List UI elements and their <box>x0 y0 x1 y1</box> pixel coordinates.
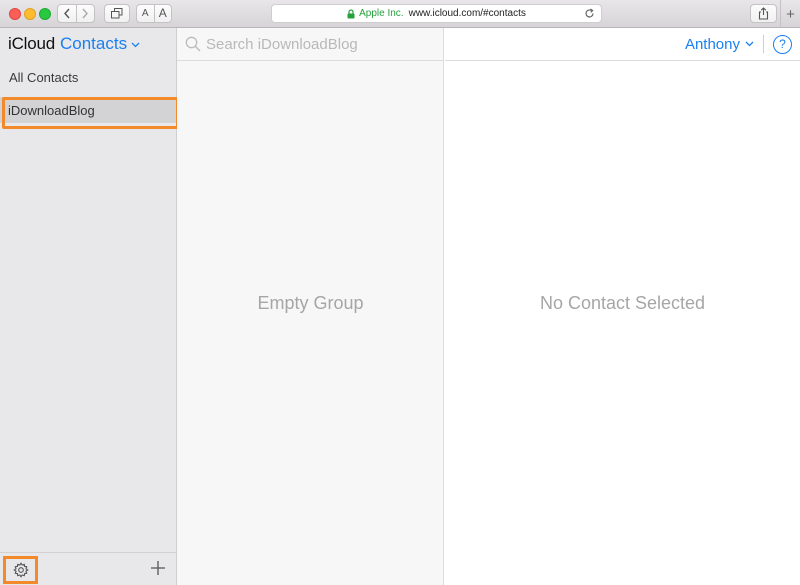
window-zoom-button[interactable] <box>39 8 51 20</box>
icloud-brand: iCloud <box>8 34 55 53</box>
gear-icon <box>12 562 29 578</box>
help-icon: ? <box>779 37 786 51</box>
account-menu[interactable]: Anthony <box>685 36 754 53</box>
sidebar-item-idownloadblog[interactable]: iDownloadBlog <box>0 97 179 129</box>
forward-button[interactable] <box>75 5 95 22</box>
account-name: Anthony <box>684 35 740 53</box>
add-button[interactable] <box>148 558 168 578</box>
browser-toolbar: A A Apple Inc. www.icloud.com/#contacts … <box>0 0 800 28</box>
tabs-icon <box>111 8 123 19</box>
lock-icon <box>347 8 355 18</box>
show-tabs-button[interactable] <box>104 4 130 23</box>
sidebar-item-label: iDownloadBlog <box>8 102 95 118</box>
contact-list-pane: Empty Group <box>177 28 444 585</box>
contact-detail-pane: Anthony ? No Contact Selected <box>445 28 800 585</box>
address-organization: Apple Inc. <box>359 8 404 19</box>
settings-button[interactable] <box>3 556 38 584</box>
address-url: www.icloud.com/#contacts <box>408 8 526 19</box>
reload-icon <box>585 8 594 18</box>
help-button[interactable]: ? <box>773 34 792 54</box>
forward-icon <box>82 8 89 19</box>
empty-group-message: Empty Group <box>257 293 364 313</box>
text-size-buttons: A A <box>136 4 172 23</box>
sidebar-footer <box>0 552 176 585</box>
window-minimize-button[interactable] <box>24 8 36 20</box>
app-switcher[interactable]: iCloud Contacts <box>0 28 176 60</box>
app-name[interactable]: Contacts <box>60 34 127 54</box>
plus-icon <box>151 561 165 575</box>
window-close-button[interactable] <box>9 8 21 20</box>
search-input[interactable] <box>206 35 426 53</box>
groups-sidebar: iCloud Contacts All Contacts iDownloadBl… <box>0 28 179 585</box>
back-button[interactable] <box>58 5 76 22</box>
text-larger-button[interactable]: A <box>153 5 172 22</box>
sidebar-item-all-contacts[interactable]: All Contacts <box>0 62 176 93</box>
history-nav <box>57 4 95 23</box>
text-smaller-button[interactable]: A <box>137 5 154 22</box>
address-bar[interactable]: Apple Inc. www.icloud.com/#contacts <box>271 4 602 23</box>
search-icon <box>185 36 201 52</box>
chevron-down-icon[interactable] <box>131 42 140 48</box>
share-button[interactable] <box>750 4 777 23</box>
search-bar <box>177 28 443 61</box>
chevron-down-icon <box>745 41 754 47</box>
share-icon <box>758 7 769 20</box>
detail-header: Anthony ? <box>445 28 800 61</box>
header-divider <box>763 35 764 53</box>
back-icon <box>63 8 70 19</box>
new-tab-button[interactable]: + <box>780 0 800 28</box>
reload-button[interactable] <box>584 8 595 22</box>
no-contact-message: No Contact Selected <box>539 293 706 313</box>
sidebar-item-label: All Contacts <box>9 70 79 85</box>
